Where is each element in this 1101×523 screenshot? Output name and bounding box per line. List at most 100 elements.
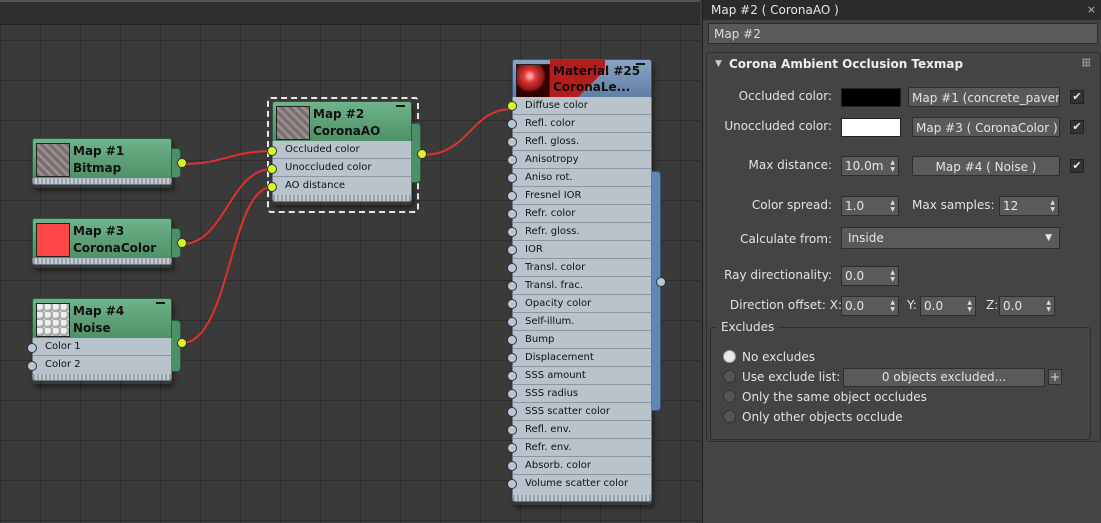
- node-header[interactable]: Map #2 CoronaAO: [272, 101, 412, 143]
- spinner-arrows-icon[interactable]: ▲ ▼: [890, 199, 895, 213]
- node-map1-bitmap[interactable]: Map #1 Bitmap: [32, 138, 187, 188]
- input-socket[interactable]: [507, 299, 517, 309]
- input-socket[interactable]: [507, 443, 517, 453]
- input-socket[interactable]: [507, 137, 517, 147]
- input-socket[interactable]: [507, 155, 517, 165]
- slot-row: Anisotropy: [513, 151, 651, 169]
- input-socket[interactable]: [507, 353, 517, 363]
- drag-handle-icon[interactable]: [1082, 58, 1090, 67]
- radio-use-exclude-list[interactable]: [723, 370, 736, 383]
- input-socket[interactable]: [507, 227, 517, 237]
- input-socket-unoccluded[interactable]: [267, 164, 277, 174]
- ray-directionality-spinner[interactable]: 0.0 ▲ ▼: [841, 266, 899, 286]
- node-material25-coronalegacy[interactable]: Material #25 CoronaLe... Diffuse color Re…: [507, 59, 666, 505]
- radio-no-excludes[interactable]: [723, 350, 736, 363]
- slot-occluded-color: Occluded color: [273, 141, 411, 159]
- slot-ao-distance: AO distance: [285, 180, 346, 191]
- max-samples-spinner[interactable]: 12 ▲ ▼: [999, 196, 1059, 216]
- spinner-arrows-icon[interactable]: ▲ ▼: [890, 159, 895, 173]
- output-socket[interactable]: [656, 277, 666, 287]
- occluded-map-checkbox[interactable]: ✔: [1070, 90, 1084, 104]
- node-slots: Occluded color Unoccluded color AO dista…: [272, 141, 412, 196]
- node-header[interactable]: Map #1 Bitmap: [32, 138, 172, 180]
- radio-other-objects-occlude[interactable]: [723, 410, 736, 423]
- input-socket[interactable]: [507, 389, 517, 399]
- input-socket-color1[interactable]: [27, 343, 37, 353]
- close-icon[interactable]: ×: [1087, 0, 1096, 20]
- output-socket[interactable]: [177, 338, 187, 348]
- slot-row: SSS scatter color: [513, 403, 651, 421]
- node-header[interactable]: Map #3 CoronaColor: [32, 218, 172, 260]
- input-socket-occluded[interactable]: [267, 146, 277, 156]
- node-header[interactable]: Map #4 Noise: [32, 298, 172, 340]
- max-distance-map-checkbox[interactable]: ✔: [1070, 159, 1084, 173]
- map-name-field[interactable]: Map #2: [708, 23, 1098, 44]
- output-socket[interactable]: [417, 149, 427, 159]
- input-socket[interactable]: [507, 479, 517, 489]
- slot-row: Transl. frac.: [513, 277, 651, 295]
- minimize-icon[interactable]: [636, 63, 645, 65]
- node-title: Map #3: [73, 224, 125, 238]
- node-type: Bitmap: [73, 161, 122, 175]
- direction-offset-y-spinner[interactable]: 0.0 ▲ ▼: [920, 296, 976, 316]
- input-socket[interactable]: [507, 461, 517, 471]
- node-map4-noise[interactable]: Map #4 Noise Color 1 Color 2: [27, 298, 187, 384]
- input-socket[interactable]: [507, 191, 517, 201]
- output-socket[interactable]: [177, 238, 187, 248]
- slot-row: Fresnel IOR: [513, 187, 651, 205]
- spinner-arrows-icon[interactable]: ▲ ▼: [1046, 299, 1051, 313]
- slot-row: Absorb. color: [513, 457, 651, 475]
- spinner-arrows-icon[interactable]: ▲ ▼: [967, 299, 972, 313]
- input-socket-ao-distance[interactable]: [267, 182, 277, 192]
- input-socket[interactable]: [507, 425, 517, 435]
- node-editor-canvas[interactable]: Map #1 Bitmap Map #3 CoronaColor Map #4 …: [0, 0, 700, 523]
- rollout-header[interactable]: ▼ Corona Ambient Occlusion Texmap: [707, 53, 1100, 75]
- unoccluded-map-checkbox[interactable]: ✔: [1070, 120, 1084, 134]
- minimize-icon[interactable]: [156, 302, 165, 304]
- excluded-objects-button[interactable]: 0 objects excluded...: [843, 368, 1045, 387]
- use-exclude-list-label: Use exclude list:: [742, 370, 841, 384]
- max-distance-spinner[interactable]: 10.0m ▲ ▼: [841, 156, 899, 176]
- unoccluded-map-button[interactable]: Map #3 ( CoronaColor ): [912, 117, 1060, 137]
- spinner-arrows-icon[interactable]: ▲ ▼: [890, 269, 895, 283]
- occluded-color-swatch[interactable]: [841, 88, 901, 107]
- input-socket[interactable]: [507, 119, 517, 129]
- max-samples-label: Max samples:: [912, 198, 995, 212]
- input-socket[interactable]: [507, 263, 517, 273]
- radio-same-object-occludes[interactable]: [723, 390, 736, 403]
- input-socket[interactable]: [507, 317, 517, 327]
- input-socket[interactable]: [507, 335, 517, 345]
- unoccluded-color-swatch[interactable]: [841, 118, 901, 137]
- slot-row: IOR: [513, 241, 651, 259]
- direction-offset-x-spinner[interactable]: 0.0 ▲ ▼: [841, 296, 899, 316]
- input-socket[interactable]: [507, 101, 517, 111]
- input-socket[interactable]: [507, 173, 517, 183]
- input-socket[interactable]: [507, 371, 517, 381]
- node-type: CoronaLe...: [553, 80, 631, 94]
- input-socket[interactable]: [507, 407, 517, 417]
- direction-offset-z-spinner[interactable]: 0.0 ▲ ▼: [999, 296, 1055, 316]
- output-socket[interactable]: [177, 158, 187, 168]
- occluded-map-button[interactable]: Map #1 (concrete_pavem: [908, 87, 1060, 107]
- spinner-arrows-icon[interactable]: ▲ ▼: [890, 299, 895, 313]
- input-socket-color2[interactable]: [27, 361, 37, 371]
- direction-offset-z-value: 0.0: [1003, 299, 1023, 313]
- spinner-arrows-icon[interactable]: ▲ ▼: [1050, 199, 1055, 213]
- panel-title-bar[interactable]: Map #2 ( CoronaAO ) ×: [703, 0, 1101, 20]
- collapse-arrow-icon[interactable]: ▼: [715, 53, 722, 75]
- ao-thumbnail: [276, 106, 310, 140]
- slot-row: Refr. env.: [513, 439, 651, 457]
- input-socket[interactable]: [507, 245, 517, 255]
- slot-color1: Color 1: [33, 338, 171, 356]
- node-map3-coronacolor[interactable]: Map #3 CoronaColor: [32, 218, 187, 268]
- node-map2-coronaao[interactable]: Map #2 CoronaAO Occluded color Unocclude…: [267, 101, 427, 205]
- max-distance-map-button[interactable]: Map #4 ( Noise ): [912, 156, 1060, 176]
- chevron-down-icon: ▼: [1045, 233, 1052, 243]
- node-header[interactable]: Material #25 CoronaLe...: [512, 59, 652, 99]
- input-socket[interactable]: [507, 209, 517, 219]
- calculate-from-dropdown[interactable]: Inside ▼: [841, 227, 1060, 249]
- color-spread-spinner[interactable]: 1.0 ▲ ▼: [841, 196, 899, 216]
- minimize-icon[interactable]: [396, 105, 405, 107]
- input-socket[interactable]: [507, 281, 517, 291]
- add-exclude-button[interactable]: +: [1048, 369, 1062, 385]
